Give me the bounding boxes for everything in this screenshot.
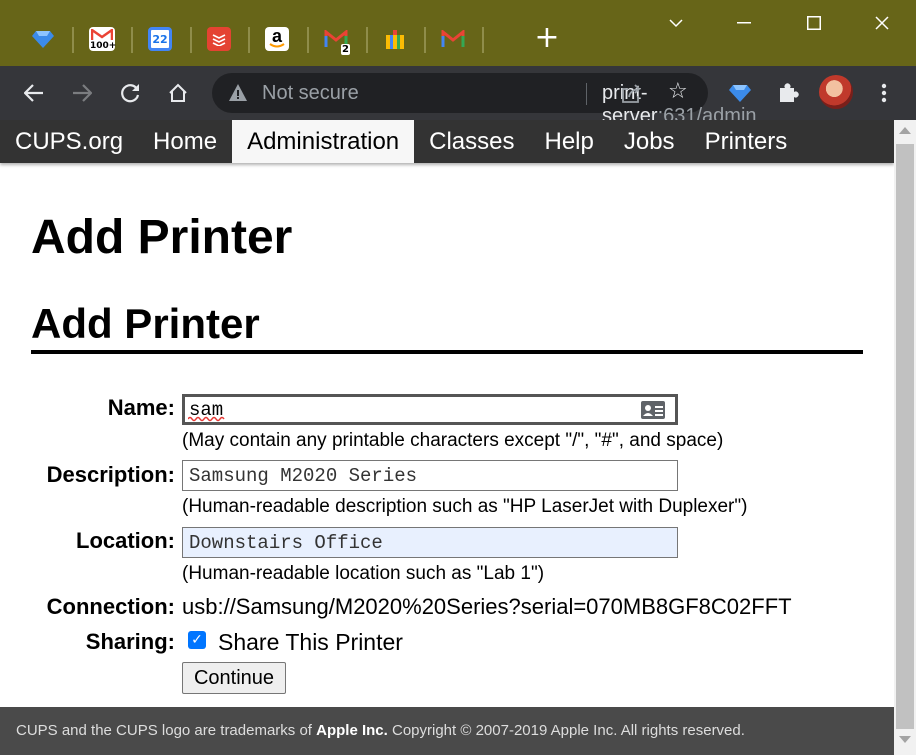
- home-icon[interactable]: [162, 77, 194, 109]
- gmail-icon: [441, 27, 465, 51]
- tab-calendar[interactable]: 22: [131, 20, 189, 58]
- gem-icon: [31, 27, 55, 51]
- bookmark-star-icon[interactable]: ☆: [668, 79, 688, 104]
- page-title: Add Printer: [31, 211, 293, 264]
- gmail-2-icon: 2: [324, 27, 350, 55]
- nav-classes[interactable]: Classes: [414, 120, 529, 163]
- address-bar[interactable]: Not secure print-server:631/admin ☆: [212, 73, 757, 127]
- tab-todoist[interactable]: [190, 20, 248, 58]
- maximize-icon[interactable]: [794, 8, 834, 38]
- profile-avatar[interactable]: [819, 75, 853, 109]
- extensions-puzzle-icon[interactable]: [772, 77, 804, 109]
- share-icon[interactable]: [620, 83, 642, 105]
- location-hint: (Human-readable location such as "Lab 1"…: [182, 563, 545, 584]
- gem-extension-icon[interactable]: [724, 77, 756, 109]
- close-window-icon[interactable]: [862, 8, 902, 38]
- minimize-icon[interactable]: [724, 8, 764, 38]
- description-hint: (Human-readable description such as "HP …: [182, 496, 748, 517]
- nav-jobs[interactable]: Jobs: [609, 120, 690, 163]
- location-label: Location:: [76, 528, 175, 553]
- page-content: CUPS.org Home Administration Classes Hel…: [0, 120, 894, 755]
- todoist-icon: [207, 27, 231, 51]
- scrollbar-thumb[interactable]: [896, 144, 914, 729]
- name-input[interactable]: [182, 394, 678, 425]
- nav-cups-org[interactable]: CUPS.org: [0, 120, 138, 163]
- nav-administration[interactable]: Administration: [232, 120, 415, 163]
- browser-toolbar: Not secure print-server:631/admin ☆: [0, 66, 916, 127]
- section-title: Add Printer: [31, 300, 260, 347]
- nav-home[interactable]: Home: [138, 120, 232, 163]
- tab-gmail-2[interactable]: 2: [307, 20, 365, 58]
- tab-gmail[interactable]: [424, 20, 482, 58]
- amazon-icon: a: [265, 26, 289, 51]
- new-tab-button[interactable]: +: [533, 23, 561, 53]
- security-label[interactable]: Not secure: [262, 82, 359, 105]
- spellcheck-underline: [188, 416, 225, 422]
- apple-link: Apple Inc.: [316, 722, 388, 739]
- cups-nav-bar: CUPS.org Home Administration Classes Hel…: [0, 120, 894, 163]
- gift-icon: [383, 27, 407, 51]
- tab-gift[interactable]: [366, 20, 424, 58]
- calendar-icon: 22: [148, 27, 172, 51]
- continue-button[interactable]: Continue: [182, 662, 286, 694]
- page-scrollbar[interactable]: [894, 120, 916, 755]
- share-printer-checkbox[interactable]: ✓: [188, 631, 206, 649]
- connection-value: usb://Samsung/M2020%20Series?serial=070M…: [182, 594, 792, 619]
- nav-printers[interactable]: Printers: [690, 120, 803, 163]
- tab-gmail-counter[interactable]: 100+: [73, 20, 131, 58]
- location-input[interactable]: [182, 527, 678, 558]
- tab-amazon[interactable]: a: [248, 20, 306, 58]
- reload-icon[interactable]: [114, 77, 146, 109]
- name-label: Name:: [107, 395, 175, 420]
- description-label: Description:: [46, 462, 175, 487]
- scroll-down-icon[interactable]: [899, 736, 911, 743]
- scroll-up-icon[interactable]: [899, 127, 911, 134]
- name-hint: (May contain any printable characters ex…: [182, 430, 724, 451]
- gmail-counter-icon: 100+: [89, 27, 116, 51]
- contact-card-icon[interactable]: [640, 400, 666, 420]
- tab-strip: 100+ 22 a 2 +: [0, 0, 916, 66]
- tab-gem[interactable]: [14, 20, 72, 58]
- menu-kebab-icon[interactable]: [868, 77, 900, 109]
- connection-label: Connection:: [46, 594, 175, 619]
- back-icon[interactable]: [18, 77, 50, 109]
- section-divider: [31, 350, 863, 354]
- tab-search-icon[interactable]: [656, 8, 696, 38]
- page-footer: CUPS and the CUPS logo are trademarks of…: [0, 707, 894, 755]
- description-input[interactable]: [182, 460, 678, 491]
- nav-help[interactable]: Help: [530, 120, 609, 163]
- share-printer-label[interactable]: Share This Printer: [218, 629, 403, 656]
- forward-icon[interactable]: [66, 77, 98, 109]
- warning-icon: [229, 84, 247, 101]
- sharing-label: Sharing:: [85, 629, 175, 654]
